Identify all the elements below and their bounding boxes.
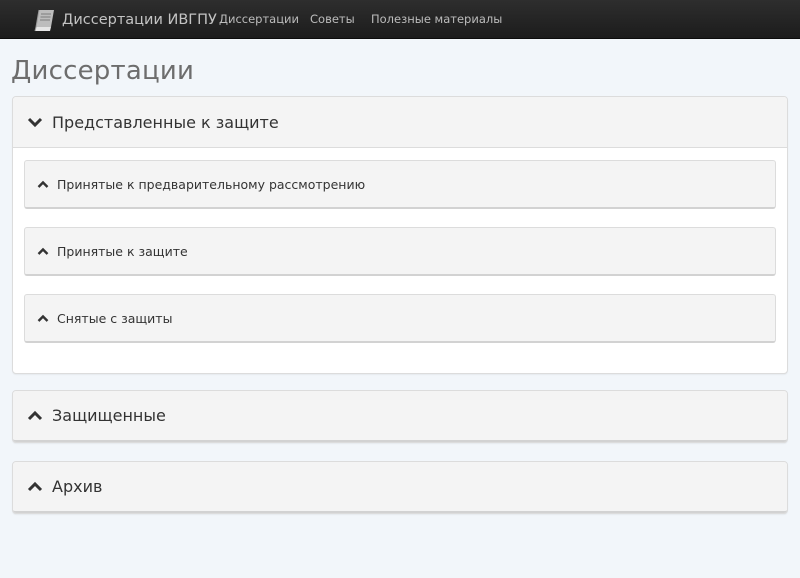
panel-archive: Архив [12, 461, 788, 514]
panel-defended: Защищенные [12, 390, 788, 443]
top-navbar: Диссертации ИВГПУ Диссертации Советы Пол… [0, 0, 800, 39]
sub-heading-accepted[interactable]: Принятые к защите [25, 228, 775, 275]
sub-panel-accepted: Принятые к защите [24, 227, 776, 276]
chevron-up-icon [37, 247, 49, 255]
panel-presented: Представленные к защите Принятые к предв… [12, 96, 788, 374]
panel-title-presented: Представленные к защите [52, 112, 279, 132]
nav-link-councils[interactable]: Советы [310, 0, 355, 39]
panel-title-defended: Защищенные [52, 406, 166, 425]
chevron-up-icon [37, 314, 49, 322]
nav-link-dissertations[interactable]: Диссертации [219, 0, 299, 39]
sub-panel-preliminary: Принятые к предварительному рассмотрению [24, 160, 776, 209]
sub-heading-withdrawn[interactable]: Снятые с защиты [25, 295, 775, 342]
page-title: Диссертации [11, 56, 195, 86]
sub-title-withdrawn: Снятые с защиты [57, 311, 173, 326]
chevron-up-icon [37, 180, 49, 188]
panel-heading-archive[interactable]: Архив [13, 462, 787, 513]
chevron-down-icon [27, 117, 43, 128]
chevron-up-icon [27, 410, 43, 420]
sub-title-preliminary: Принятые к предварительному рассмотрению [57, 177, 366, 192]
nav-link-useful-materials[interactable]: Полезные материалы [371, 0, 502, 39]
panel-heading-presented[interactable]: Представленные к защите [13, 97, 787, 148]
book-icon [34, 9, 54, 32]
brand-link[interactable]: Диссертации ИВГПУ [32, 6, 217, 34]
sub-heading-preliminary[interactable]: Принятые к предварительному рассмотрению [25, 161, 775, 208]
brand-title: Диссертации ИВГПУ [62, 12, 217, 28]
panel-title-archive: Архив [52, 477, 103, 496]
sub-title-accepted: Принятые к защите [57, 244, 188, 259]
sub-panel-withdrawn: Снятые с защиты [24, 294, 776, 343]
chevron-up-icon [27, 481, 43, 491]
panel-heading-defended[interactable]: Защищенные [13, 391, 787, 442]
